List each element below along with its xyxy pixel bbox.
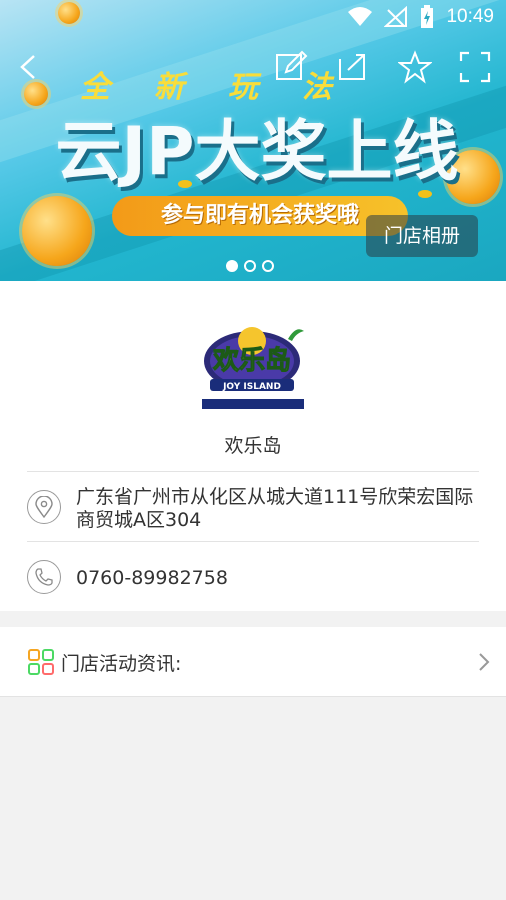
favorite-star-icon[interactable] [398,50,432,84]
status-bar: 10:49 [0,0,506,34]
store-news-label: 门店活动资讯: [61,653,182,675]
status-time: 10:49 [446,6,494,27]
chevron-right-icon [479,653,490,671]
location-pin-icon [27,490,61,524]
share-icon[interactable] [336,50,370,84]
wifi-icon [348,7,373,26]
store-info-card: 欢乐岛 JOY ISLAND 欢乐岛 广东省广州市从化区从城大道111号欣荣宏国… [0,281,506,611]
store-address[interactable]: 广东省广州市从化区从城大道111号欣荣宏国际商贸城A区304 [76,486,476,532]
page-dot-3 [262,260,274,272]
promo-banner[interactable]: 全新玩法 云JP大奖上线 参与即有机会获奖哦 门店相册 [0,0,506,281]
store-news-row[interactable]: 门店活动资讯: [0,627,506,697]
edit-icon[interactable] [274,50,308,84]
page-dot-1 [226,260,238,272]
store-name: 欢乐岛 [224,435,282,457]
svg-text:JOY ISLAND: JOY ISLAND [222,382,281,392]
scan-icon[interactable] [458,50,492,84]
page-indicator [226,260,274,272]
battery-charging-icon [421,5,434,28]
banner-headline: 云JP大奖上线 [55,113,459,190]
store-phone[interactable]: 0760-89982758 [76,567,228,590]
page-dot-2 [244,260,256,272]
svg-text:欢乐岛: 欢乐岛 [212,345,291,376]
no-signal-icon [384,6,408,27]
phone-icon [27,560,61,594]
banner-pill: 参与即有机会获奖哦 [112,196,408,236]
store-logo: 欢乐岛 JOY ISLAND [196,319,310,415]
back-icon[interactable] [12,50,46,84]
store-album-button[interactable]: 门店相册 [366,215,478,257]
grid-apps-icon [28,649,54,675]
divider [27,541,479,542]
divider [27,471,479,472]
coin-decoration [22,196,92,266]
